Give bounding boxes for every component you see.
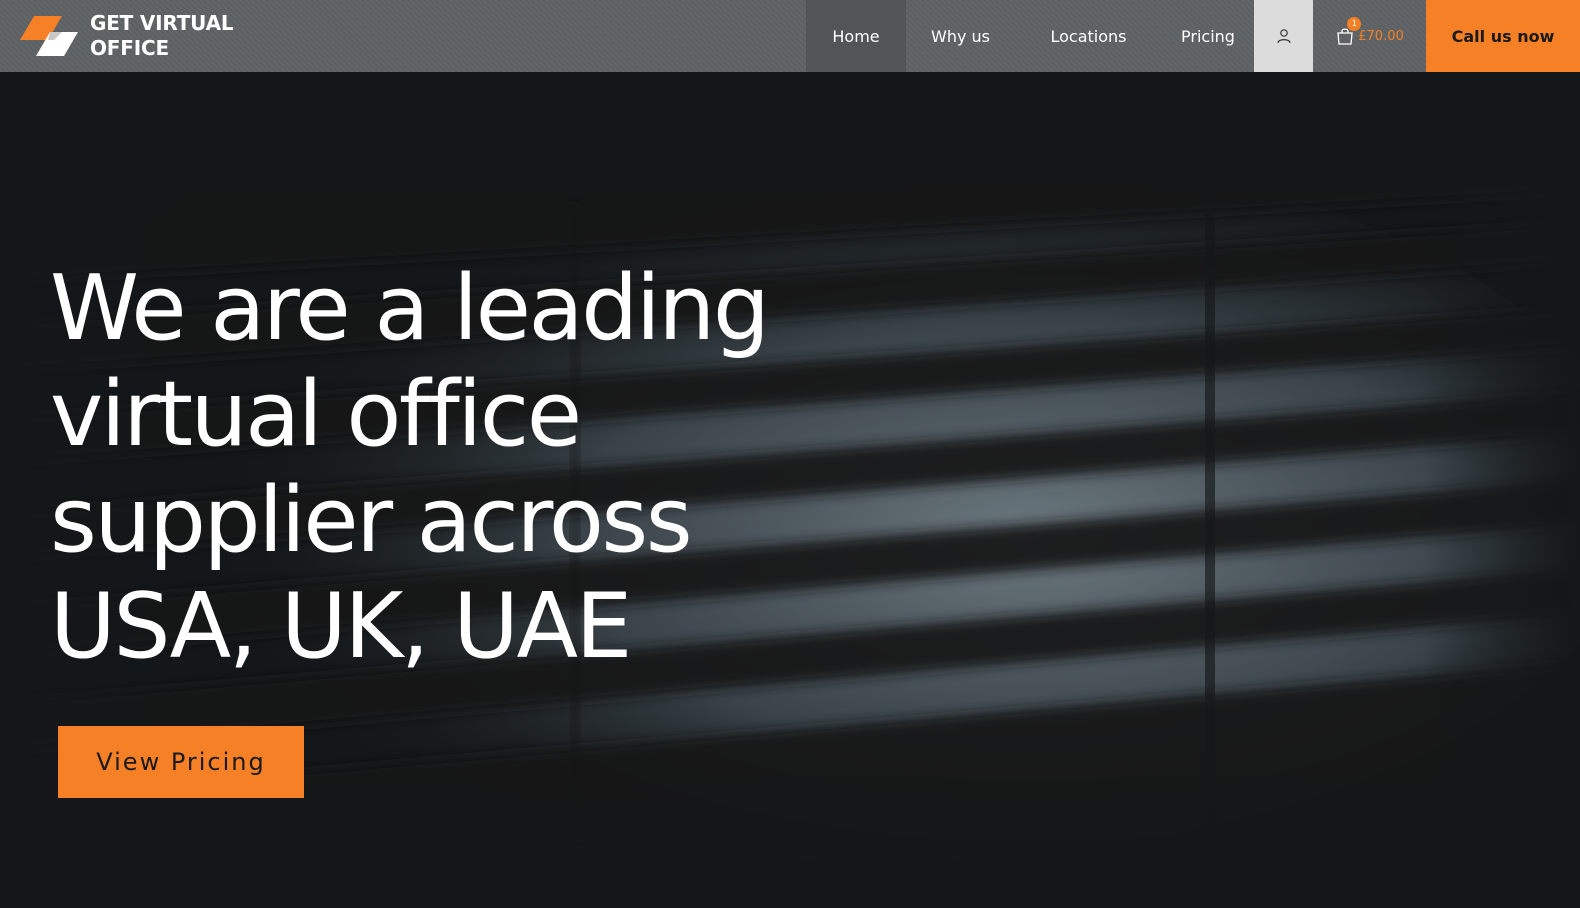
cart-icon-wrap: 1 xyxy=(1335,17,1362,46)
nav-item-home[interactable]: Home xyxy=(806,0,906,72)
hero-title-line: supplier across xyxy=(50,468,693,573)
hero-title-line: We are a leading xyxy=(50,256,770,361)
nav-item-pricing[interactable]: Pricing xyxy=(1162,0,1254,72)
cart-button[interactable]: 1 £70.00 xyxy=(1313,0,1426,72)
hero-title-line: virtual office xyxy=(50,362,582,467)
nav-item-why-us[interactable]: Why us xyxy=(906,0,1015,72)
logo[interactable]: GET VIRTUAL OFFICE xyxy=(18,11,240,61)
hero-section: We are a leading virtual office supplier… xyxy=(0,72,1580,908)
site-header: GET VIRTUAL OFFICE Home Why us Locations… xyxy=(0,0,1580,72)
parallelogram-logo-icon xyxy=(20,16,78,56)
call-us-button[interactable]: Call us now xyxy=(1426,0,1580,72)
hero-title-line: USA, UK, UAE xyxy=(50,574,632,679)
hero-title: We are a leading virtual office supplier… xyxy=(50,256,850,680)
user-icon xyxy=(1276,29,1291,44)
account-button[interactable] xyxy=(1254,0,1313,72)
main-nav: Home Why us Locations Pricing 1 £70.00 C… xyxy=(806,0,1580,72)
brand-name: GET VIRTUAL OFFICE xyxy=(90,11,240,61)
brand-name-line2: OFFICE xyxy=(90,36,169,60)
nav-item-locations[interactable]: Locations xyxy=(1015,0,1162,72)
brand-name-line1: GET VIRTUAL xyxy=(90,11,234,35)
cart-total: £70.00 xyxy=(1358,28,1404,44)
view-pricing-button[interactable]: View Pricing xyxy=(58,726,304,798)
